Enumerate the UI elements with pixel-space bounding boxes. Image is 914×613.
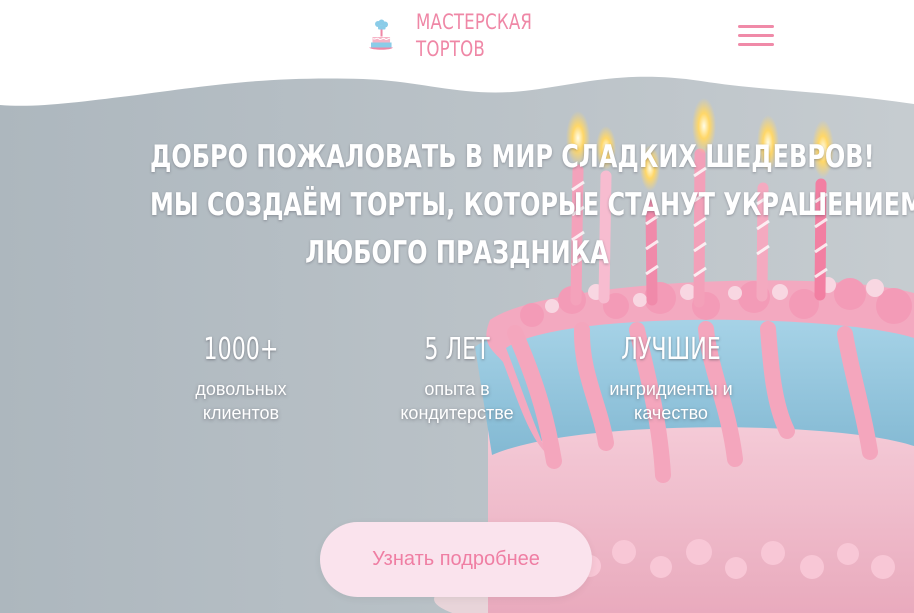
stat-label-line-2: качество (634, 403, 708, 423)
stat-label: ингридиенты и качество (576, 377, 766, 425)
brand-name-line-2: ТОРТОВ (416, 37, 486, 61)
stat-label-line-1: ингридиенты и (609, 379, 733, 399)
stat-quality: Лучшие ингридиенты и качество (576, 330, 766, 425)
hero-heading-line-1: Добро пожаловать в мир сладких шедевров! (149, 138, 875, 175)
stat-value: 5 лет (424, 332, 490, 367)
learn-more-button[interactable]: Узнать подробнее (320, 522, 592, 597)
cake-logo-icon (369, 19, 394, 50)
stat-experience: 5 лет опыта в кондитерстве (362, 330, 552, 425)
stat-label-line-1: опыта в (424, 379, 490, 399)
stat-label-line-2: клиентов (202, 403, 280, 423)
hamburger-menu-icon[interactable] (736, 20, 776, 50)
stat-label-line-1: довольных (195, 379, 287, 399)
stat-clients: 1000+ довольных клиентов (146, 330, 336, 425)
hero-heading: Добро пожаловать в мир сладких шедевров!… (149, 133, 914, 277)
brand-name-line-1: МАСТЕРСКАЯ (416, 10, 533, 34)
stat-label: довольных клиентов (146, 377, 336, 425)
hero-heading-line-2: Мы создаём торты, которые станут украшен… (149, 186, 914, 223)
hero-heading-line-3: любого праздника (305, 234, 609, 271)
stat-label: опыта в кондитерстве (362, 377, 552, 425)
brand-logo[interactable]: МАСТЕРСКАЯ ТОРТОВ (368, 2, 548, 70)
hero-section: МАСТЕРСКАЯ ТОРТОВ Добро пожаловать в мир… (0, 0, 914, 613)
stat-value: Лучшие (621, 332, 721, 367)
stat-label-line-2: кондитерстве (400, 403, 514, 423)
stat-value: 1000+ (203, 332, 279, 367)
brand-name: МАСТЕРСКАЯ ТОРТОВ (416, 9, 532, 63)
